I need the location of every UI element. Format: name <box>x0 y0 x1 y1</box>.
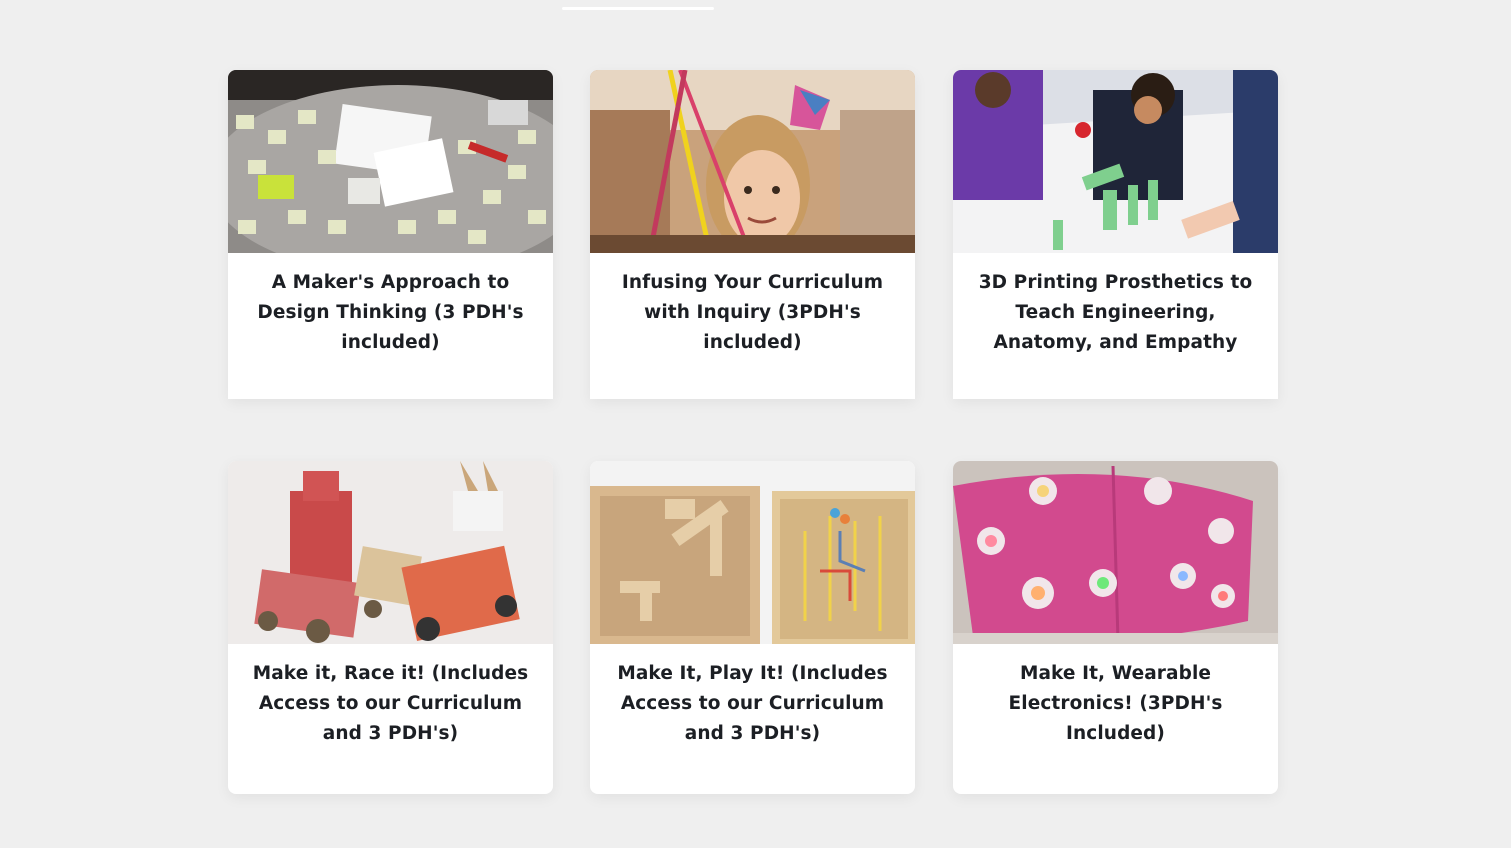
course-card[interactable]: Make it, Race it! (Includes Access to ou… <box>228 461 553 794</box>
prosthetics-photo <box>953 70 1278 253</box>
pinball-photo <box>590 461 915 644</box>
course-image[interactable] <box>953 70 1278 253</box>
course-image[interactable] <box>590 461 915 644</box>
course-image[interactable] <box>590 70 915 253</box>
course-card[interactable]: Make It, Play It! (Includes Access to ou… <box>590 461 915 794</box>
course-card[interactable]: 3D Printing Prosthetics to Teach Enginee… <box>953 70 1278 399</box>
course-card[interactable]: Make It, Wearable Electronics! (3PDH's I… <box>953 461 1278 794</box>
course-card[interactable]: A Maker's Approach to Design Thinking (3… <box>228 70 553 399</box>
course-image[interactable] <box>953 461 1278 644</box>
course-image[interactable] <box>228 461 553 644</box>
course-title[interactable]: Make It, Wearable Electronics! (3PDH's I… <box>953 644 1278 749</box>
wearable-mask-photo <box>953 461 1278 644</box>
course-card[interactable]: Infusing Your Curriculum with Inquiry (3… <box>590 70 915 399</box>
race-cars-photo <box>228 461 553 644</box>
course-title[interactable]: Infusing Your Curriculum with Inquiry (3… <box>590 253 915 358</box>
course-grid-page: A Maker's Approach to Design Thinking (3… <box>0 0 1511 848</box>
course-title[interactable]: Make it, Race it! (Includes Access to ou… <box>228 644 553 749</box>
course-title[interactable]: 3D Printing Prosthetics to Teach Enginee… <box>953 253 1278 358</box>
course-title[interactable]: Make It, Play It! (Includes Access to ou… <box>590 644 915 749</box>
design-thinking-photo <box>228 70 553 253</box>
course-image[interactable] <box>228 70 553 253</box>
course-title[interactable]: A Maker's Approach to Design Thinking (3… <box>228 253 553 358</box>
top-divider <box>562 7 714 10</box>
inquiry-photo <box>590 70 915 253</box>
